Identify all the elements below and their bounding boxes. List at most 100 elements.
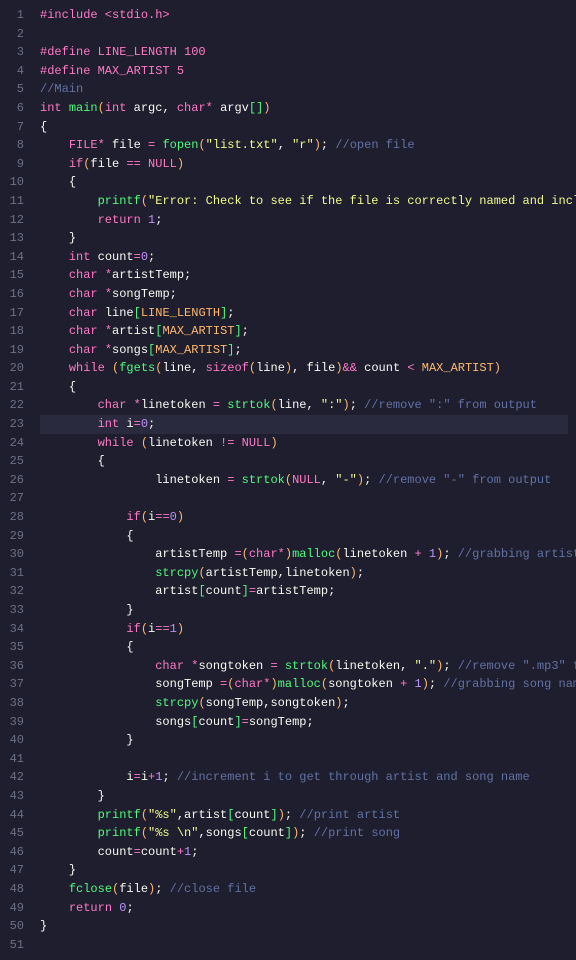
code-line: artistTemp =(char*)malloc(linetoken + 1)…	[40, 545, 568, 564]
line-number: 30	[6, 545, 24, 564]
code-line: while (fgets(line, sizeof(line), file)&&…	[40, 359, 568, 378]
line-number: 34	[6, 620, 24, 639]
line-number: 35	[6, 638, 24, 657]
code-line: char *songtoken = strtok(linetoken, ".")…	[40, 657, 568, 676]
line-number: 24	[6, 434, 24, 453]
code-line	[40, 489, 568, 508]
line-number: 32	[6, 582, 24, 601]
code-line: char line[LINE_LENGTH];	[40, 304, 568, 323]
code-line: printf("Error: Check to see if the file …	[40, 192, 568, 211]
line-number: 29	[6, 527, 24, 546]
line-number: 26	[6, 471, 24, 490]
code-line: char *linetoken = strtok(line, ":"); //r…	[40, 396, 568, 415]
code-line: int main(int argc, char* argv[])	[40, 99, 568, 118]
code-editor: 1234567891011121314151617181920212223242…	[0, 0, 576, 960]
line-number: 11	[6, 192, 24, 211]
line-number: 42	[6, 768, 24, 787]
code-line: {	[40, 452, 568, 471]
line-number: 15	[6, 266, 24, 285]
line-number: 31	[6, 564, 24, 583]
code-line: strcpy(artistTemp,linetoken);	[40, 564, 568, 583]
line-number: 22	[6, 396, 24, 415]
code-line: {	[40, 638, 568, 657]
code-line: {	[40, 527, 568, 546]
code-line: artist[count]=artistTemp;	[40, 582, 568, 601]
line-number: 27	[6, 489, 24, 508]
code-line: {	[40, 378, 568, 397]
code-line	[40, 936, 568, 955]
code-line	[40, 750, 568, 769]
line-number: 14	[6, 248, 24, 267]
code-line: printf("%s \n",songs[count]); //print so…	[40, 824, 568, 843]
code-line: char *artist[MAX_ARTIST];	[40, 322, 568, 341]
line-number: 47	[6, 861, 24, 880]
line-number: 20	[6, 359, 24, 378]
code-line: return 0;	[40, 899, 568, 918]
line-number: 50	[6, 917, 24, 936]
line-number: 8	[6, 136, 24, 155]
line-number: 16	[6, 285, 24, 304]
line-number: 6	[6, 99, 24, 118]
code-line: if(i==1)	[40, 620, 568, 639]
line-number: 38	[6, 694, 24, 713]
line-number: 37	[6, 675, 24, 694]
code-line: return 1;	[40, 211, 568, 230]
code-line: count=count+1;	[40, 843, 568, 862]
line-number: 7	[6, 118, 24, 137]
code-line: //Main	[40, 80, 568, 99]
line-number: 13	[6, 229, 24, 248]
line-number: 43	[6, 787, 24, 806]
code-line: #include <stdio.h>	[40, 6, 568, 25]
code-line: while (linetoken != NULL)	[40, 434, 568, 453]
line-number: 48	[6, 880, 24, 899]
code-line: #define MAX_ARTIST 5	[40, 62, 568, 81]
line-number: 4	[6, 62, 24, 81]
line-number: 36	[6, 657, 24, 676]
line-number: 45	[6, 824, 24, 843]
code-line: #define LINE_LENGTH 100	[40, 43, 568, 62]
line-number: 25	[6, 452, 24, 471]
code-line: {	[40, 173, 568, 192]
code-line: printf("%s",artist[count]); //print arti…	[40, 806, 568, 825]
line-number: 49	[6, 899, 24, 918]
code-line: if(file == NULL)	[40, 155, 568, 174]
code-line: }	[40, 601, 568, 620]
code-line: }	[40, 787, 568, 806]
line-number: 5	[6, 80, 24, 99]
code-line: songs[count]=songTemp;	[40, 713, 568, 732]
line-number: 19	[6, 341, 24, 360]
code-line: strcpy(songTemp,songtoken);	[40, 694, 568, 713]
line-number: 12	[6, 211, 24, 230]
code-line: char *songTemp;	[40, 285, 568, 304]
line-numbers: 1234567891011121314151617181920212223242…	[0, 0, 32, 960]
code-line: char *artistTemp;	[40, 266, 568, 285]
line-number: 9	[6, 155, 24, 174]
line-number: 44	[6, 806, 24, 825]
code-line: i=i+1; //increment i to get through arti…	[40, 768, 568, 787]
line-number: 41	[6, 750, 24, 769]
line-number: 10	[6, 173, 24, 192]
code-line: char *songs[MAX_ARTIST];	[40, 341, 568, 360]
code-line: }	[40, 731, 568, 750]
code-line: int count=0;	[40, 248, 568, 267]
line-number: 46	[6, 843, 24, 862]
code-line: }	[40, 917, 568, 936]
line-number: 18	[6, 322, 24, 341]
line-number: 21	[6, 378, 24, 397]
line-number: 28	[6, 508, 24, 527]
line-number: 23	[6, 415, 24, 434]
code-line: if(i==0)	[40, 508, 568, 527]
line-number: 3	[6, 43, 24, 62]
line-number: 33	[6, 601, 24, 620]
code-line: {	[40, 118, 568, 137]
code-line: }	[40, 229, 568, 248]
code-content[interactable]: #include <stdio.h> #define LINE_LENGTH 1…	[32, 0, 576, 960]
code-line: int i=0;	[40, 415, 568, 434]
line-number: 39	[6, 713, 24, 732]
line-number: 1	[6, 6, 24, 25]
code-line: }	[40, 861, 568, 880]
code-line: FILE* file = fopen("list.txt", "r"); //o…	[40, 136, 568, 155]
line-number: 40	[6, 731, 24, 750]
line-number: 2	[6, 25, 24, 44]
code-line: linetoken = strtok(NULL, "-"); //remove …	[40, 471, 568, 490]
